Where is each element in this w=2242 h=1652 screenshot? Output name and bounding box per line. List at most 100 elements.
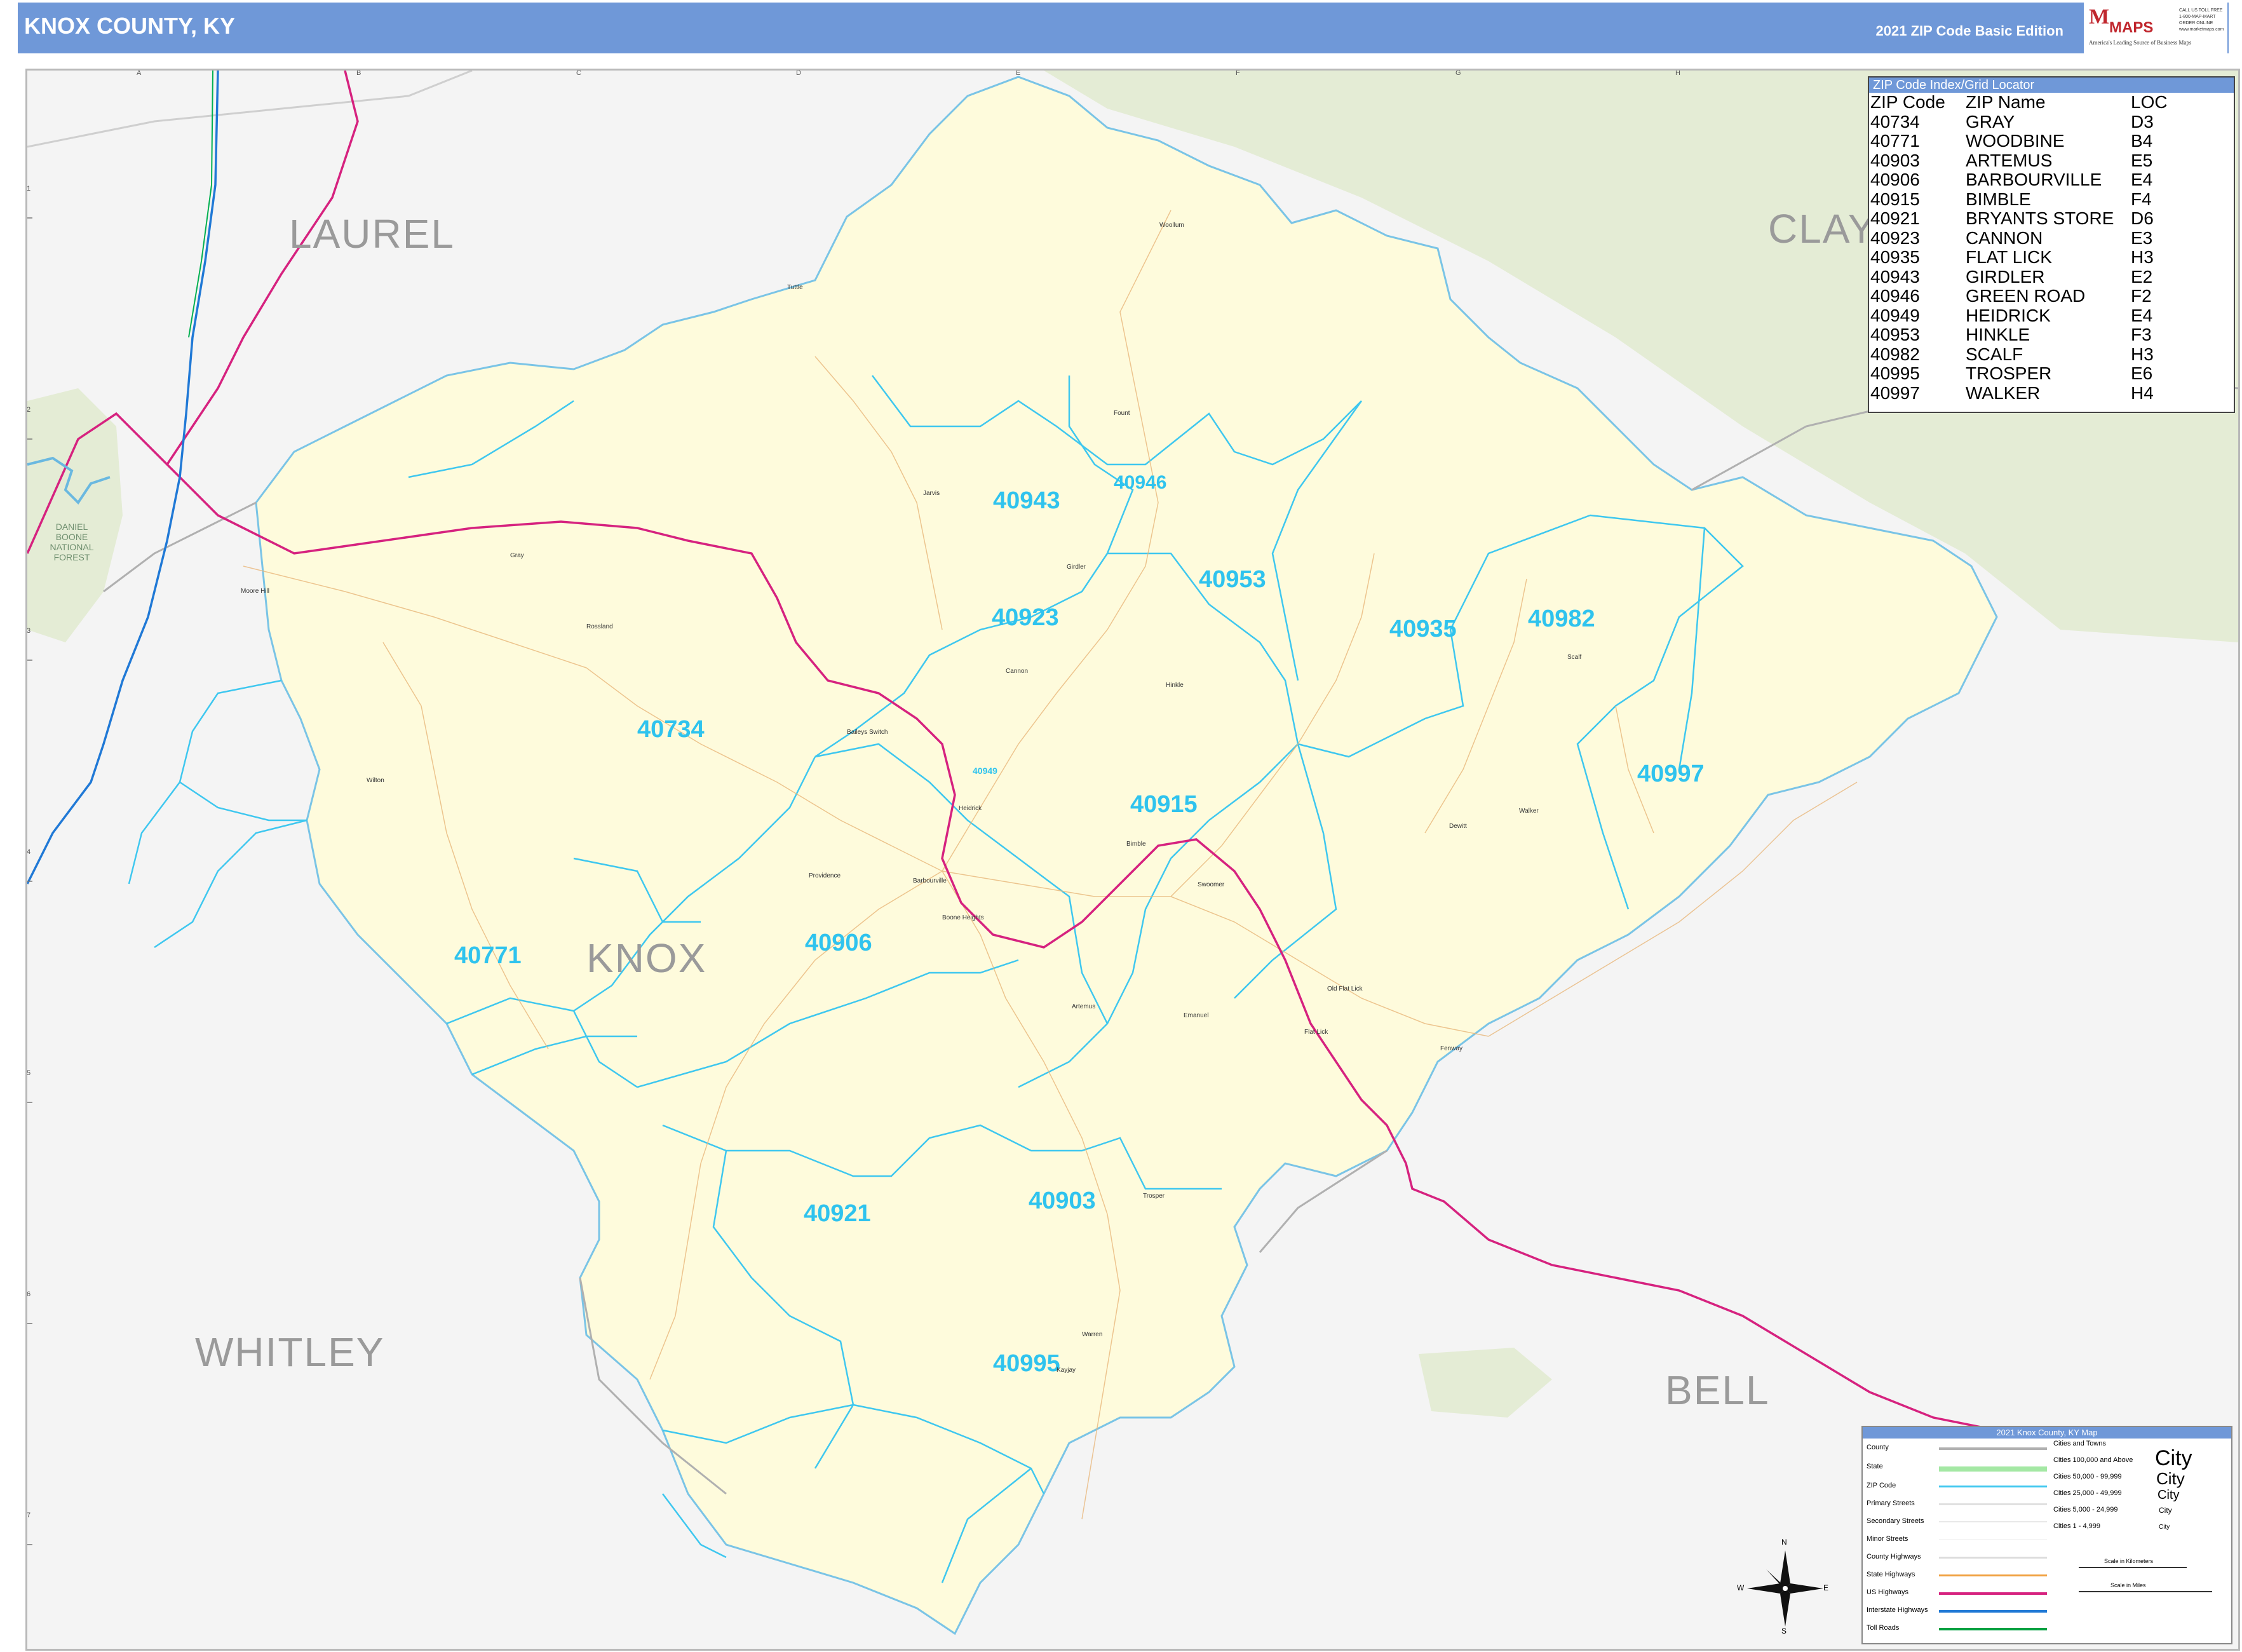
forest-area-bell	[1419, 1348, 1552, 1418]
zip-loc: D6	[2131, 208, 2154, 228]
legend-state-highways: State Highways	[1867, 1571, 1915, 1578]
table-row[interactable]: 40995 TROSPER E6	[1870, 363, 2168, 384]
table-row[interactable]: 40771 WOODBINE B4	[1870, 131, 2168, 151]
zip-loc: F2	[2131, 286, 2152, 306]
table-row[interactable]: 40903 ARTEMUS E5	[1870, 151, 2168, 171]
place-rossland: Rossland	[586, 623, 613, 630]
zip-code: 40953	[1870, 325, 1920, 344]
place-wilton: Wilton	[367, 777, 384, 784]
legend-scale-mi: Scale in Miles	[2110, 1582, 2146, 1588]
county-label-whitley: WHITLEY	[195, 1329, 385, 1375]
table-row[interactable]: 40946 GREEN ROAD F2	[1870, 286, 2168, 306]
zip-name: HEIDRICK	[1966, 305, 2051, 325]
zip-loc: E3	[2131, 227, 2153, 248]
legend-cities-50k: Cities 50,000 - 99,999	[2053, 1473, 2122, 1480]
zip-name: FLAT LICK	[1966, 247, 2052, 267]
grid-row-7: 7	[27, 1512, 31, 1519]
place-hinkle: Hinkle	[1166, 682, 1184, 689]
place-artemus: Artemus	[1072, 1003, 1096, 1010]
legend-zip-code: ZIP Code	[1867, 1482, 1896, 1489]
table-row[interactable]: 40923 CANNON E3	[1870, 227, 2168, 248]
zip-label-40903[interactable]: 40903	[1029, 1188, 1096, 1215]
place-trosper: Trosper	[1143, 1193, 1165, 1200]
table-row[interactable]: 40997 WALKER H4	[1870, 383, 2168, 403]
table-row[interactable]: 40982 SCALF H3	[1870, 344, 2168, 365]
place-bimble: Bimble	[1126, 841, 1146, 848]
zip-name: GIRDLER	[1966, 266, 2045, 287]
zip-label-40997[interactable]: 40997	[1637, 761, 1705, 788]
zip-label-40949[interactable]: 40949	[973, 766, 997, 776]
zip-label-40921[interactable]: 40921	[804, 1200, 871, 1228]
market-maps-logo[interactable]: M MAPS America's Leading Source of Busin…	[2084, 3, 2227, 53]
place-old-flat-lick: Old Flat Lick	[1327, 985, 1363, 992]
grid-col-e: E	[1016, 69, 1021, 77]
zip-label-40923[interactable]: 40923	[992, 604, 1059, 632]
legend-toll-line	[1939, 1628, 2047, 1630]
forest-area-daniel-boone	[27, 388, 123, 642]
legend-secondary-line	[1939, 1521, 2047, 1522]
grid-col-h: H	[1675, 69, 1680, 77]
zip-label-40771[interactable]: 40771	[454, 942, 522, 970]
map-legend: 2021 Knox County, KY Map County State ZI…	[1861, 1426, 2232, 1644]
header-zip-name: ZIP Name	[1966, 92, 2046, 112]
grid-col-d: D	[796, 69, 801, 77]
zip-code: 40906	[1870, 170, 1920, 189]
place-kayjay: Kayjay	[1057, 1367, 1076, 1374]
place-barbourville: Barbourville	[913, 877, 947, 884]
table-row[interactable]: 40906 BARBOURVILLE E4	[1870, 170, 2168, 190]
place-baileys-switch: Baileys Switch	[847, 729, 888, 736]
legend-scale-mi-bar	[2079, 1591, 2212, 1592]
table-row[interactable]: 40935 FLAT LICK H3	[1870, 247, 2168, 267]
zip-loc: B4	[2131, 131, 2153, 151]
place-walker: Walker	[1519, 808, 1539, 815]
table-row[interactable]: 40943 GIRDLER E2	[1870, 267, 2168, 287]
zip-label-40995[interactable]: 40995	[993, 1350, 1060, 1378]
zip-loc: H4	[2131, 383, 2154, 403]
zip-label-40906[interactable]: 40906	[805, 930, 872, 957]
place-cannon: Cannon	[1006, 668, 1029, 675]
county-border-laurel	[27, 71, 473, 148]
place-flat-lick: Flat Lick	[1304, 1029, 1328, 1036]
place-swoomer: Swoomer	[1198, 881, 1225, 888]
zip-label-40982[interactable]: 40982	[1528, 606, 1595, 633]
zip-code: 40949	[1870, 305, 1920, 325]
legend-city-symbol-4: City	[2159, 1506, 2172, 1515]
table-row[interactable]: 40921 BRYANTS STORE D6	[1870, 208, 2168, 229]
map-title: KNOX COUNTY, KY	[24, 13, 236, 39]
zip-name: BIMBLE	[1966, 189, 2031, 209]
table-row[interactable]: 40734 GRAY D3	[1870, 112, 2168, 132]
compass-s: S	[1781, 1627, 1787, 1635]
legend-interstate-line	[1939, 1610, 2047, 1613]
zip-label-40953[interactable]: 40953	[1199, 566, 1266, 593]
table-row[interactable]: 40949 HEIDRICK E4	[1870, 306, 2168, 326]
legend-minor-line	[1939, 1539, 2047, 1540]
legend-scale-km: Scale in Kilometers	[2104, 1558, 2154, 1564]
table-row[interactable]: 40915 BIMBLE F4	[1870, 189, 2168, 210]
legend-scale-km-bar	[2079, 1567, 2187, 1568]
place-moore-hill: Moore Hill	[241, 588, 270, 595]
place-fount: Fount	[1114, 410, 1130, 417]
zip-loc: E6	[2131, 363, 2153, 383]
zip-label-40943[interactable]: 40943	[993, 487, 1060, 515]
table-row[interactable]: 40953 HINKLE F3	[1870, 325, 2168, 345]
legend-us-hwy-line	[1939, 1592, 2047, 1595]
place-jarvis: Jarvis	[923, 490, 940, 497]
zip-label-40946[interactable]: 40946	[1114, 472, 1166, 494]
zip-loc: F4	[2131, 189, 2152, 209]
zip-label-40915[interactable]: 40915	[1130, 791, 1198, 818]
legend-city-symbol-3: City	[2158, 1488, 2180, 1502]
forest-label: DANIEL BOONE NATIONAL FOREST	[50, 522, 94, 562]
legend-cities-25k: Cities 25,000 - 49,999	[2053, 1489, 2122, 1497]
zip-name: GRAY	[1966, 111, 2015, 132]
place-fenway: Fenway	[1440, 1045, 1463, 1052]
zip-label-40734[interactable]: 40734	[637, 716, 705, 743]
zip-name: SCALF	[1966, 344, 2023, 364]
legend-county: County	[1867, 1444, 1889, 1451]
zip-label-40935[interactable]: 40935	[1389, 616, 1457, 643]
legend-us-highways: US Highways	[1867, 1588, 1909, 1596]
place-emanuel: Emanuel	[1184, 1012, 1209, 1019]
legend-state-line	[1939, 1466, 2047, 1472]
grid-row-4: 4	[27, 848, 31, 856]
zip-code: 40734	[1870, 111, 1920, 132]
grid-col-c: C	[576, 69, 581, 77]
